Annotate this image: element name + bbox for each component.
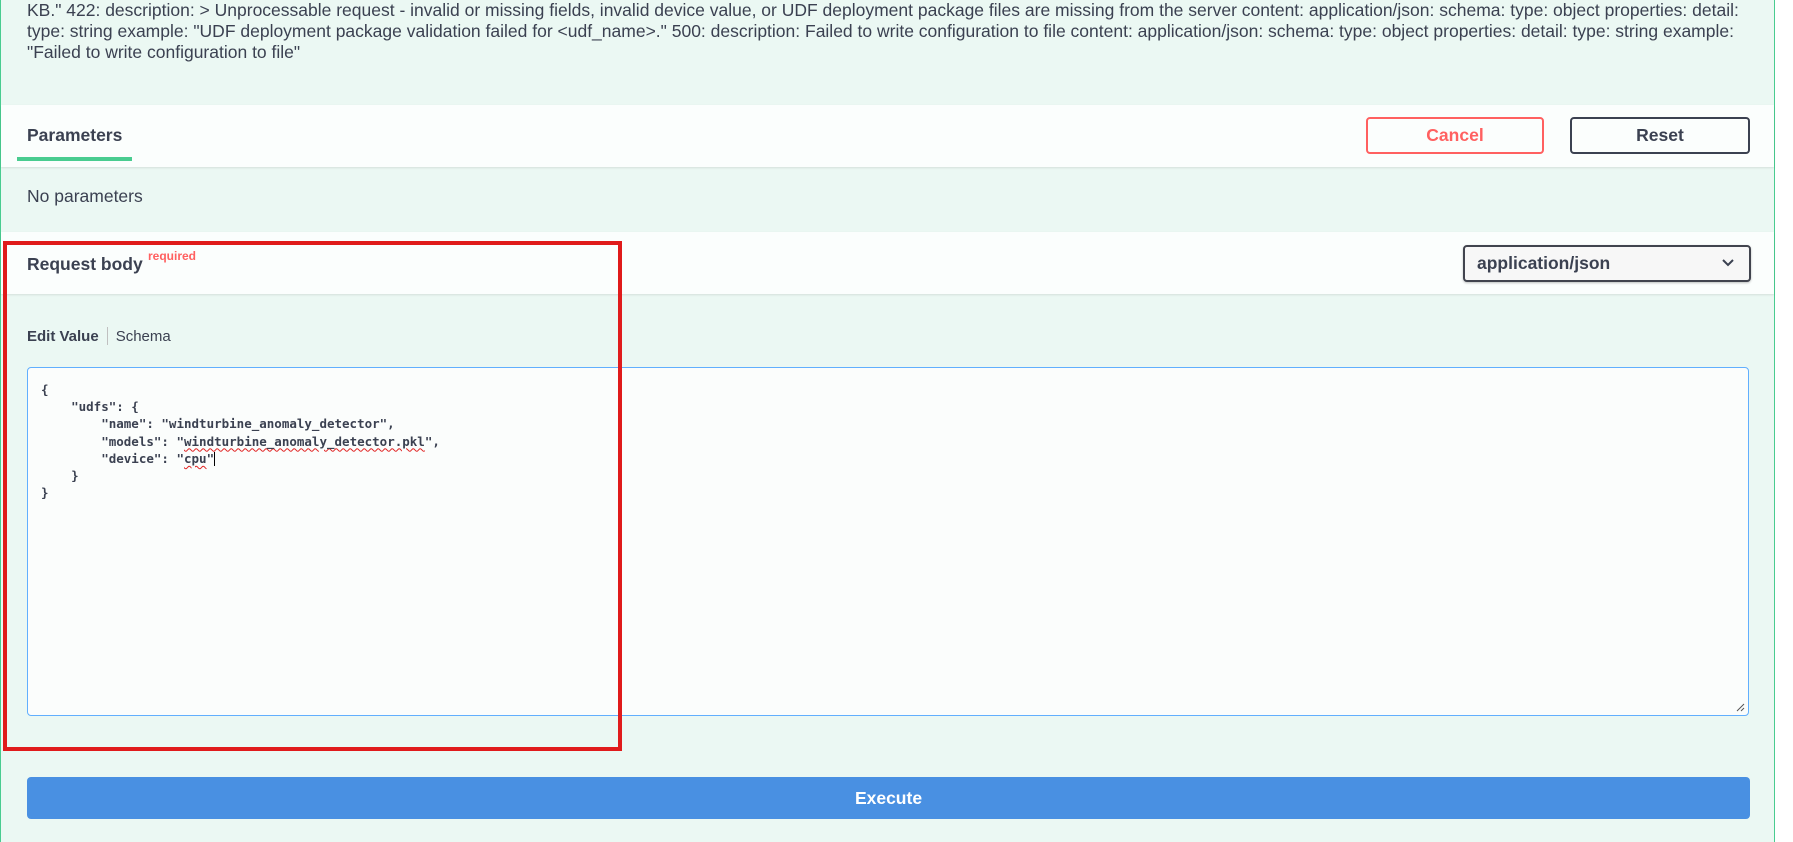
annotation-highlight-box	[3, 241, 622, 751]
operation-description: KB." 422: description: > Unprocessable r…	[27, 0, 1739, 62]
swagger-operation-page: KB." 422: description: > Unprocessable r…	[0, 0, 1793, 842]
chevron-down-icon	[1722, 259, 1734, 267]
active-tab-indicator	[17, 157, 132, 161]
parameters-header: Parameters Cancel Reset	[1, 105, 1774, 167]
tab-parameters[interactable]: Parameters	[27, 125, 122, 146]
cancel-button[interactable]: Cancel	[1366, 117, 1544, 154]
execute-button[interactable]: Execute	[27, 777, 1750, 819]
content-type-value: application/json	[1477, 253, 1611, 273]
no-parameters-text: No parameters	[27, 186, 143, 206]
reset-button[interactable]: Reset	[1570, 117, 1750, 154]
content-type-select[interactable]: application/json	[1463, 245, 1751, 282]
resize-handle-icon[interactable]	[1735, 702, 1745, 712]
